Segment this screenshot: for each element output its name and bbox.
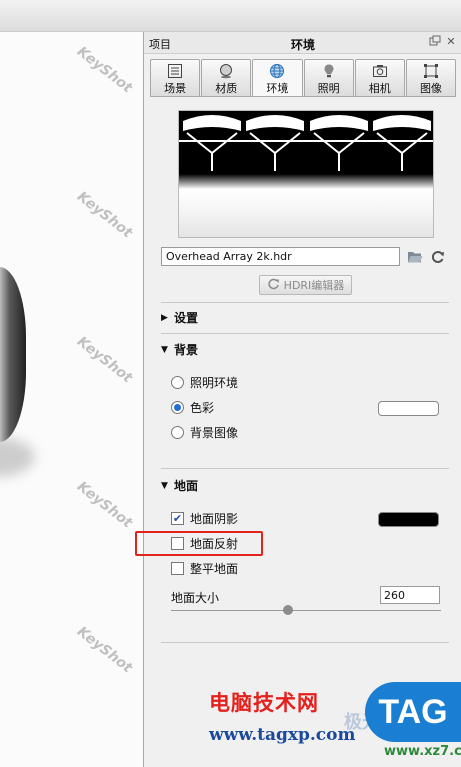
tag-logo: TAG	[365, 682, 461, 742]
caret-down-icon: ▼	[161, 480, 168, 491]
ground-header-label: 地面	[174, 479, 199, 493]
watermark-text: KeyShot	[73, 188, 136, 242]
tab-environment[interactable]: 环境	[252, 59, 303, 97]
option-label: 照明环境	[190, 376, 239, 390]
background-header-label: 背景	[174, 343, 199, 357]
refresh-icon[interactable]	[429, 248, 447, 265]
background-section-header[interactable]: ▼ 背景	[161, 341, 198, 358]
hdri-editor-icon	[267, 277, 281, 294]
ground-size-input[interactable]	[380, 586, 440, 604]
tab-material[interactable]: 材质	[201, 59, 252, 97]
globe-icon	[268, 63, 286, 79]
checkbox-checked[interactable]: ✔	[171, 512, 184, 525]
hdri-editor-label: HDRI编辑器	[283, 279, 345, 292]
checkbox-unchecked[interactable]	[171, 562, 184, 575]
section-divider	[161, 333, 449, 334]
option-label: 色彩	[190, 401, 215, 415]
tab-label: 图像	[419, 82, 442, 95]
undock-icon[interactable]	[428, 35, 442, 49]
background-color-swatch[interactable]	[378, 401, 439, 416]
radio-button[interactable]	[171, 426, 184, 439]
ground-size-slider-thumb[interactable]	[283, 605, 293, 615]
scene-list-icon	[166, 63, 184, 79]
caret-right-icon: ▶	[161, 312, 168, 323]
image-frame-icon	[422, 63, 440, 79]
ground-shadow-option[interactable]: ✔ 地面阴影	[171, 510, 238, 527]
ground-shadow-label: 地面阴影	[190, 512, 239, 526]
close-icon[interactable]: ✕	[444, 35, 458, 49]
tab-label: 照明	[317, 82, 340, 95]
watermark-text: KeyShot	[73, 43, 136, 97]
tabs-divider	[150, 96, 456, 97]
settings-header-label: 设置	[174, 311, 199, 325]
ground-shadow-color-swatch[interactable]	[378, 512, 439, 527]
ground-size-label: 地面大小	[171, 591, 220, 605]
tab-label: 相机	[368, 82, 391, 95]
material-sphere-icon	[217, 63, 235, 79]
background-option-lighting-env[interactable]: 照明环境	[171, 374, 238, 391]
background-option-image[interactable]: 背景图像	[171, 424, 238, 441]
hdri-file-field[interactable]	[161, 247, 400, 266]
section-divider	[161, 302, 449, 303]
app-top-strip	[0, 0, 461, 32]
flatten-ground-option[interactable]: 整平地面	[171, 560, 238, 577]
tab-camera[interactable]: 相机	[354, 59, 405, 97]
panel-tabs: 场景 材质 环境 照明 相机 图像	[150, 59, 457, 97]
tab-label: 场景	[164, 82, 187, 95]
site-watermark-banner: 电脑技术网 极光下载站 www.tagxp.com www.xz7.com TA…	[204, 682, 461, 767]
tab-scene[interactable]: 场景	[150, 59, 201, 97]
watermark-text: KeyShot	[73, 478, 136, 532]
project-panel: 项目 环境 ✕ 场景 材质 环境 照明 相机 图像 Overhead Array…	[135, 32, 461, 767]
tab-lighting[interactable]: 照明	[303, 59, 354, 97]
section-divider	[161, 468, 449, 469]
ground-reflection-option[interactable]: 地面反射	[171, 535, 238, 552]
render-viewport[interactable]: KeyShot KeyShot KeyShot KeyShot KeyShot	[0, 32, 143, 767]
ground-size-slider-track[interactable]	[171, 610, 441, 611]
lightbulb-icon	[320, 63, 338, 79]
background-option-color[interactable]: 色彩	[171, 399, 214, 416]
tab-label: 材质	[215, 82, 238, 95]
ground-reflection-label: 地面反射	[190, 537, 239, 551]
watermark-text: KeyShot	[73, 623, 136, 677]
folder-open-icon[interactable]	[406, 248, 424, 265]
watermark-text: KeyShot	[73, 333, 136, 387]
radio-button-selected[interactable]	[171, 401, 184, 414]
caret-down-icon: ▼	[161, 344, 168, 355]
checkbox-unchecked[interactable]	[171, 537, 184, 550]
settings-section-header[interactable]: ▶ 设置	[161, 309, 198, 326]
tab-label: 环境	[266, 82, 289, 95]
panel-title: 环境	[290, 38, 315, 52]
hdri-preview-image[interactable]	[178, 110, 434, 238]
camera-icon	[371, 63, 389, 79]
site-sub-url: www.xz7.com	[384, 744, 461, 759]
section-divider	[161, 642, 449, 643]
ground-section-header[interactable]: ▼ 地面	[161, 477, 198, 494]
option-label: 背景图像	[190, 426, 239, 440]
site-title: 电脑技术网	[209, 691, 319, 715]
radio-button[interactable]	[171, 376, 184, 389]
tab-image[interactable]: 图像	[405, 59, 457, 97]
panel-titlebar: 项目 环境 ✕	[144, 32, 461, 54]
site-url: www.tagxp.com	[209, 725, 356, 745]
flatten-ground-label: 整平地面	[190, 562, 239, 576]
model-shadow	[0, 437, 35, 477]
rendered-model	[0, 267, 26, 442]
project-label: 项目	[149, 38, 171, 51]
hdri-editor-button[interactable]: HDRI编辑器	[259, 275, 352, 295]
